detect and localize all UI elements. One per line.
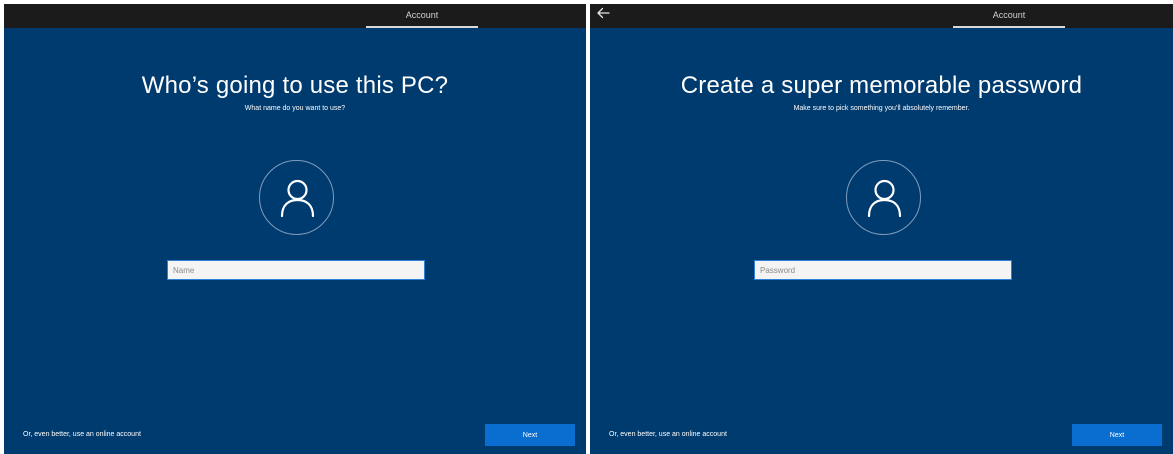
person-icon [280, 179, 315, 217]
online-account-link[interactable]: Or, even better, use an online account [609, 431, 727, 438]
tab-account-label: Account [992, 10, 1026, 20]
page-title: Who’s going to use this PC? [141, 72, 449, 99]
tab-underline [366, 26, 478, 28]
next-button[interactable]: Next [485, 424, 575, 446]
oobe-password-screen: Account Create a super memorable passwor… [590, 4, 1173, 454]
back-arrow-icon [597, 7, 610, 19]
tab-account-label: Account [405, 10, 439, 20]
person-icon [867, 179, 902, 217]
avatar [259, 160, 334, 235]
tab-underline [953, 26, 1065, 28]
tab-account[interactable]: Account [366, 4, 478, 28]
back-button[interactable] [596, 6, 614, 24]
tab-account[interactable]: Account [953, 4, 1065, 28]
page-subtitle: What name do you want to use? [244, 105, 346, 112]
screenshot-stage: Account Who’s going to use this PC? What… [0, 0, 1173, 454]
password-input[interactable] [754, 260, 1012, 280]
page-title: Create a super memorable password [680, 72, 1083, 99]
oobe-name-screen: Account Who’s going to use this PC? What… [4, 4, 586, 454]
avatar [846, 160, 921, 235]
top-bar: Account [4, 4, 586, 28]
next-button[interactable]: Next [1072, 424, 1162, 446]
online-account-link[interactable]: Or, even better, use an online account [23, 431, 141, 438]
page-subtitle: Make sure to pick something you’ll absol… [793, 105, 970, 112]
name-input[interactable] [167, 260, 425, 280]
top-bar: Account [590, 4, 1173, 28]
